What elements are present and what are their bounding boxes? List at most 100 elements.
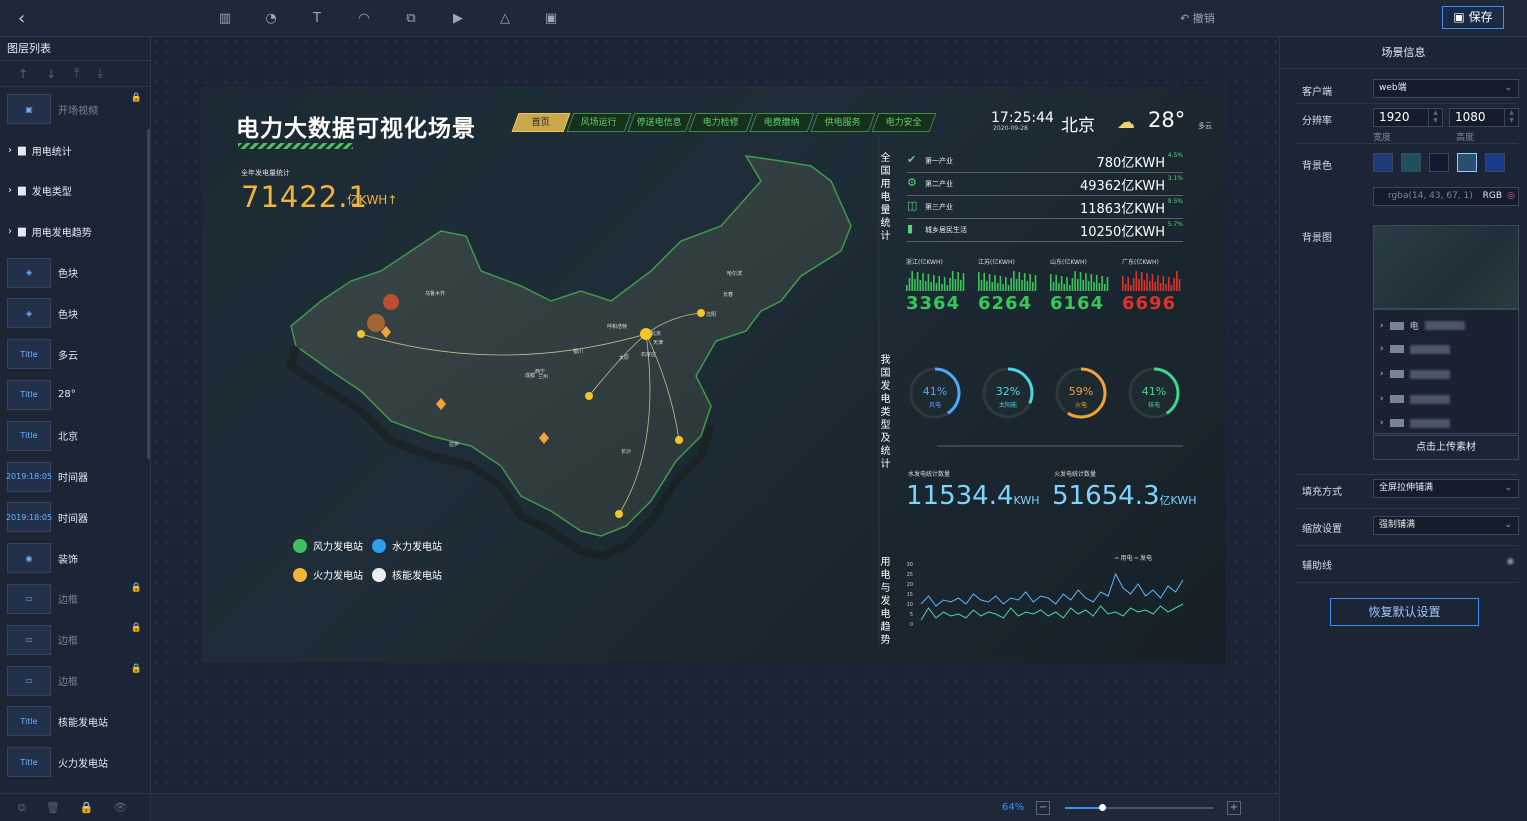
scene-tab[interactable]: 电力检修 <box>688 113 754 132</box>
province-bar <box>1157 275 1159 291</box>
image-icon[interactable]: ▣ <box>542 10 560 28</box>
province-bar <box>983 273 985 291</box>
layer-item[interactable]: 2019:18:05 时间器 <box>0 456 146 497</box>
lock-icon[interactable]: 🔒 <box>131 664 142 674</box>
eye-off-icon[interactable]: ◉ <box>1506 556 1515 567</box>
layer-thumbnail: ▭ <box>7 583 51 614</box>
layer-item[interactable]: ▭ 边框 🔒 <box>0 619 146 660</box>
move-down-icon[interactable]: ↓ <box>46 67 56 81</box>
layer-folder[interactable]: › ▆ 发电类型 <box>0 171 146 212</box>
layer-folder-label: › ▆ 用电统计 <box>8 143 72 158</box>
top-toolbar: ‹ ▥ ◔ T ◠ ⧉ ▶ △ ▣ ↶ 撤销 ▣ 保存 <box>0 0 1527 37</box>
zoom-out-button[interactable]: − <box>1036 801 1050 815</box>
pie-chart-icon[interactable]: ◔ <box>262 10 280 28</box>
video-icon[interactable]: ▶ <box>449 10 467 28</box>
save-button[interactable]: ▣ 保存 <box>1442 6 1504 29</box>
scene-tab[interactable]: 首页 <box>511 113 571 132</box>
color-swatch[interactable] <box>1401 153 1421 172</box>
zoom-slider-handle[interactable] <box>1099 804 1106 811</box>
legend-item: 水力发电站 <box>372 538 442 553</box>
lock-icon[interactable]: 🔒 <box>131 583 142 593</box>
blurred-text <box>1409 369 1450 379</box>
width-input[interactable]: 1920 ▲ ▼ <box>1373 108 1443 127</box>
stepper-icon[interactable]: ▲ ▼ <box>1428 109 1442 126</box>
color-wheel-icon[interactable]: ◎ <box>1507 188 1515 205</box>
delete-icon[interactable]: 🗑 <box>46 801 60 814</box>
scene-preview[interactable]: 30 25 20 15 10 5 0 电力大数据可视化场景 首页 风场运行 停送电信息 电力检修 电… <box>201 86 1226 663</box>
back-icon[interactable]: ‹ <box>18 8 25 29</box>
lock-icon[interactable]: 🔒 <box>131 623 142 633</box>
bgcolor-label: 背景色 <box>1302 161 1332 172</box>
scene-tab[interactable]: 电费缴纳 <box>749 113 815 132</box>
move-bottom-icon[interactable]: ⤓ <box>97 66 102 81</box>
province-bar <box>1055 275 1057 291</box>
tree-item[interactable]: › 电 <box>1380 319 1465 332</box>
layer-item[interactable]: ▭ 边框 🔒 <box>0 660 146 701</box>
gauge-icon[interactable]: ◠ <box>355 10 373 28</box>
bg-image-preview[interactable] <box>1373 225 1519 309</box>
stepper-icon[interactable]: ▲ ▼ <box>1504 109 1518 126</box>
color-swatch[interactable] <box>1373 153 1393 172</box>
text-icon[interactable]: T <box>308 10 326 28</box>
blurred-text <box>1409 344 1450 354</box>
component-icon[interactable]: ⧉ <box>402 10 420 28</box>
move-top-icon[interactable]: ⤒ <box>74 66 79 81</box>
layer-item[interactable]: Title 核能发电站 <box>0 701 146 742</box>
rgba-input[interactable]: rgba(14, 43, 67, 1) RGB ◎ <box>1373 187 1519 206</box>
move-up-icon[interactable]: ↑ <box>18 67 28 81</box>
layer-folder[interactable]: › ▆ 用电统计 <box>0 130 146 171</box>
upload-asset-button[interactable]: 点击上传素材 <box>1373 435 1519 460</box>
layer-item[interactable]: Title 多云 <box>0 334 146 375</box>
province-bar <box>919 280 922 291</box>
client-label: 客户端 <box>1302 87 1332 98</box>
layer-item[interactable]: Title 28° <box>0 375 146 416</box>
thumbnail-glyph: Title <box>20 349 38 359</box>
layer-item[interactable]: ◉ 装饰 <box>0 538 146 579</box>
scene-tab[interactable]: 停送电信息 <box>627 113 693 132</box>
layer-list: ▣ 开场视频 🔒 › ▆ 用电统计 › ▆ 发电类型 › ▆ 用电发电趋势 ◈ 色块 ◈ 色块 Title 多云 T… <box>0 89 146 783</box>
client-select[interactable]: web端 ⌄ <box>1373 79 1519 98</box>
map-city-label: 北京 <box>651 331 662 337</box>
province-bar <box>1093 282 1095 291</box>
tree-item[interactable]: › <box>1380 344 1450 354</box>
scene-tab[interactable]: 供电服务 <box>810 113 876 132</box>
color-swatch[interactable] <box>1429 153 1449 172</box>
color-swatch[interactable] <box>1457 153 1477 172</box>
zoom-slider[interactable] <box>1065 804 1213 811</box>
fill-select[interactable]: 全屏拉伸铺满 ⌄ <box>1373 479 1519 498</box>
eye-icon[interactable]: 👁 <box>114 801 128 814</box>
layer-item[interactable]: Title 火力发电站 <box>0 742 146 783</box>
map-city-label: 长春 <box>723 292 734 298</box>
bar-chart-icon[interactable]: ▥ <box>216 10 234 28</box>
reset-defaults-button[interactable]: 恢复默认设置 <box>1330 598 1479 626</box>
scale-select[interactable]: 强制铺满 ⌄ <box>1373 516 1519 535</box>
lock-icon[interactable]: 🔒 <box>80 801 94 814</box>
lock-icon[interactable]: 🔒 <box>131 93 142 103</box>
layer-item[interactable]: ▣ 开场视频 🔒 <box>0 89 146 130</box>
thumbnail-glyph: ▭ <box>25 676 33 686</box>
layer-item[interactable]: ◈ 色块 <box>0 252 146 293</box>
province-bar <box>1068 285 1071 291</box>
scene-tab[interactable]: 电力安全 <box>871 113 937 132</box>
tree-item[interactable]: › <box>1380 394 1450 404</box>
color-swatch[interactable] <box>1485 153 1505 172</box>
layer-item[interactable]: ▭ 边框 🔒 <box>0 579 146 620</box>
shapes-icon[interactable]: △ <box>496 10 514 28</box>
layer-folder[interactable]: › ▆ 用电发电趋势 <box>0 211 146 252</box>
layer-item[interactable]: ◈ 色块 <box>0 293 146 334</box>
undo-button[interactable]: ↶ 撤销 <box>1180 10 1215 26</box>
zoom-in-button[interactable]: + <box>1227 801 1241 815</box>
map-city-label: 太原 <box>619 355 630 361</box>
province-bar <box>1170 285 1173 291</box>
industry-pct: 5.7% <box>1167 221 1183 228</box>
copy-icon[interactable]: ⧉ <box>18 801 26 815</box>
layer-item[interactable]: Title 北京 <box>0 415 146 456</box>
layer-panel: 图层列表 ↑ ↓ ⤒ ⤓ ▣ 开场视频 🔒 › ▆ 用电统计 › ▆ 发电类型 › ▆ 用电发电趋势 ◈… <box>0 37 151 821</box>
height-input[interactable]: 1080 ▲ ▼ <box>1449 108 1519 127</box>
layer-scrollbar[interactable] <box>147 129 150 459</box>
tree-item[interactable]: › <box>1380 369 1450 379</box>
scene-tab[interactable]: 风场运行 <box>566 113 632 132</box>
tree-item[interactable]: › <box>1380 418 1450 428</box>
layer-item[interactable]: 2019:18:05 时间器 <box>0 497 146 538</box>
layer-thumbnail: ▣ <box>7 94 51 125</box>
